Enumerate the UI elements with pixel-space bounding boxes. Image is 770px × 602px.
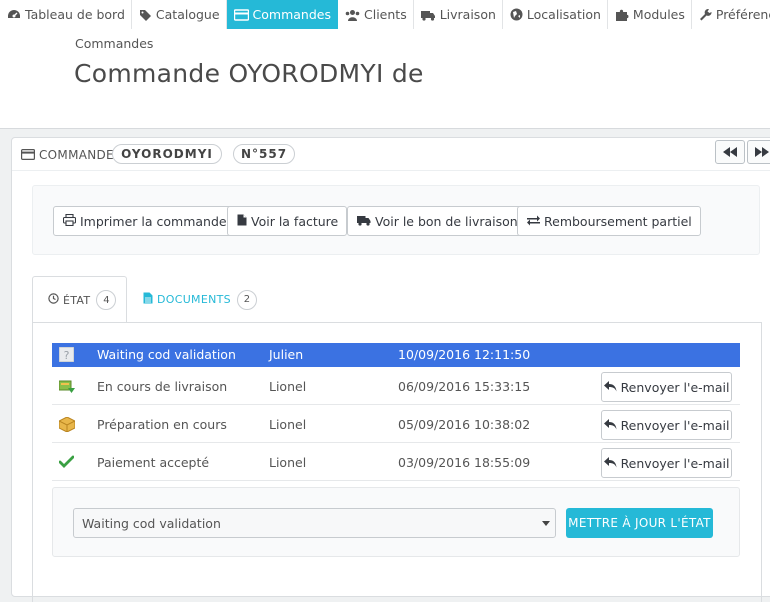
print-order-button[interactable]: Imprimer la commande (53, 206, 236, 236)
select-value: Waiting cod validation (82, 515, 221, 531)
button-label: Renvoyer l'e-mail (620, 379, 730, 395)
truck-icon (420, 9, 436, 21)
tab-label: ÉTAT (63, 293, 91, 307)
history-row: Paiement accepté Lionel 03/09/2016 18:55… (52, 443, 740, 481)
resend-email-button[interactable]: Renvoyer l'e-mail (601, 410, 732, 440)
next-order-button[interactable] (747, 140, 770, 164)
button-label: Renvoyer l'e-mail (620, 417, 730, 433)
history-row: ? Waiting cod validation Julien 10/09/20… (52, 343, 740, 367)
button-label: Remboursement partiel (544, 213, 692, 229)
tab-count-badge: 2 (236, 289, 257, 310)
nav-label: Catalogue (155, 7, 220, 22)
order-panel: COMMANDE OYORODMYI N°557 Imprimer la com… (11, 137, 770, 602)
reply-icon (603, 418, 617, 433)
order-reference-badge: OYORODMYI (112, 144, 222, 164)
puzzle-icon (615, 8, 629, 21)
reply-icon (603, 456, 617, 471)
update-state-button[interactable]: METTRE À JOUR L'ÉTAT (566, 508, 713, 538)
truck-icon (357, 214, 371, 229)
history-state: Waiting cod validation (97, 347, 236, 362)
history-employee: Lionel (269, 417, 307, 432)
nav-label: Clients (364, 7, 407, 22)
history-state: Paiement accepté (97, 455, 210, 470)
reply-icon (603, 380, 617, 395)
nav-label: Tableau de bord (25, 7, 125, 22)
nav-label: Livraison (439, 7, 496, 22)
nav-dashboard[interactable]: Tableau de bord (0, 0, 132, 29)
order-label: COMMANDE (39, 148, 114, 162)
history-employee: Julien (269, 347, 304, 362)
delivery-icon (58, 379, 75, 397)
tab-label: DOCUMENTS (157, 293, 231, 306)
history-state: Préparation en cours (97, 417, 227, 432)
resend-email-button[interactable]: Renvoyer l'e-mail (601, 448, 732, 478)
nav-label: Préférences (715, 7, 770, 22)
file-text-icon (143, 292, 153, 307)
users-icon (345, 9, 360, 21)
credit-card-icon (21, 148, 36, 163)
exchange-icon (527, 214, 540, 229)
previous-order-button[interactable] (715, 140, 745, 164)
nav-livraison[interactable]: Livraison (414, 0, 503, 29)
history-date: 05/09/2016 10:38:02 (398, 417, 531, 432)
view-delivery-slip-button[interactable]: Voir le bon de livraison (347, 206, 527, 236)
page-header: Commandes Commande OYORODMYI de (0, 29, 770, 129)
history-date: 03/09/2016 18:55:09 (398, 455, 531, 470)
order-number-badge: N°557 (233, 144, 295, 164)
tab-state[interactable]: ÉTAT 4 (32, 276, 127, 323)
page-title: Commande OYORODMYI de (74, 59, 424, 88)
resend-email-button[interactable]: Renvoyer l'e-mail (601, 372, 732, 402)
update-state-form: Waiting cod validation METTRE À JOUR L'É… (52, 487, 740, 557)
globe-icon (510, 8, 523, 21)
tab-documents[interactable]: DOCUMENTS 2 (143, 276, 257, 323)
history-row: En cours de livraison Lionel 06/09/2016 … (52, 367, 740, 405)
history-employee: Lionel (269, 379, 307, 394)
order-state-select[interactable]: Waiting cod validation (73, 508, 556, 538)
nav-modules[interactable]: Modules (608, 0, 692, 29)
package-icon (58, 416, 76, 435)
backward-icon (723, 145, 737, 160)
history-row: Préparation en cours Lionel 05/09/2016 1… (52, 405, 740, 443)
nav-label: Localisation (526, 7, 601, 22)
button-label: Voir la facture (251, 213, 339, 229)
history-date: 10/09/2016 12:11:50 (398, 347, 531, 362)
dashboard-icon (7, 9, 21, 21)
history-date: 06/09/2016 15:33:15 (398, 379, 531, 394)
file-icon (237, 214, 247, 229)
tab-count-badge: 4 (96, 290, 117, 310)
clock-icon (48, 293, 59, 307)
wrench-icon (699, 8, 712, 21)
main-nav: Tableau de bord Catalogue Commandes Clie… (0, 0, 770, 29)
button-label: Imprimer la commande (80, 213, 227, 229)
caret-down-icon (542, 521, 550, 526)
nav-catalogue[interactable]: Catalogue (132, 0, 227, 29)
nav-localisation[interactable]: Localisation (503, 0, 608, 29)
panel-header: COMMANDE OYORODMYI N°557 (12, 138, 770, 171)
credit-card-icon (233, 8, 249, 21)
tag-icon (139, 9, 152, 21)
partial-refund-button[interactable]: Remboursement partiel (517, 206, 701, 236)
button-label: Renvoyer l'e-mail (620, 455, 730, 471)
history-state: En cours de livraison (97, 379, 228, 394)
history-employee: Lionel (269, 455, 307, 470)
svg-text:?: ? (64, 349, 70, 362)
order-actions: Imprimer la commande Voir la facture Voi… (32, 185, 760, 255)
forward-icon (755, 145, 769, 160)
nav-label: Modules (632, 7, 685, 22)
nav-preferences[interactable]: Préférences (692, 0, 770, 29)
breadcrumb[interactable]: Commandes (75, 36, 153, 51)
nav-commandes[interactable]: Commandes (226, 0, 338, 29)
button-label: Voir le bon de livraison (375, 213, 518, 229)
nav-clients[interactable]: Clients (338, 0, 414, 29)
question-icon: ? (58, 346, 75, 365)
printer-icon (62, 213, 77, 229)
checkmark-icon (58, 455, 75, 471)
view-invoice-button[interactable]: Voir la facture (227, 206, 348, 236)
nav-label: Commandes (252, 7, 331, 22)
